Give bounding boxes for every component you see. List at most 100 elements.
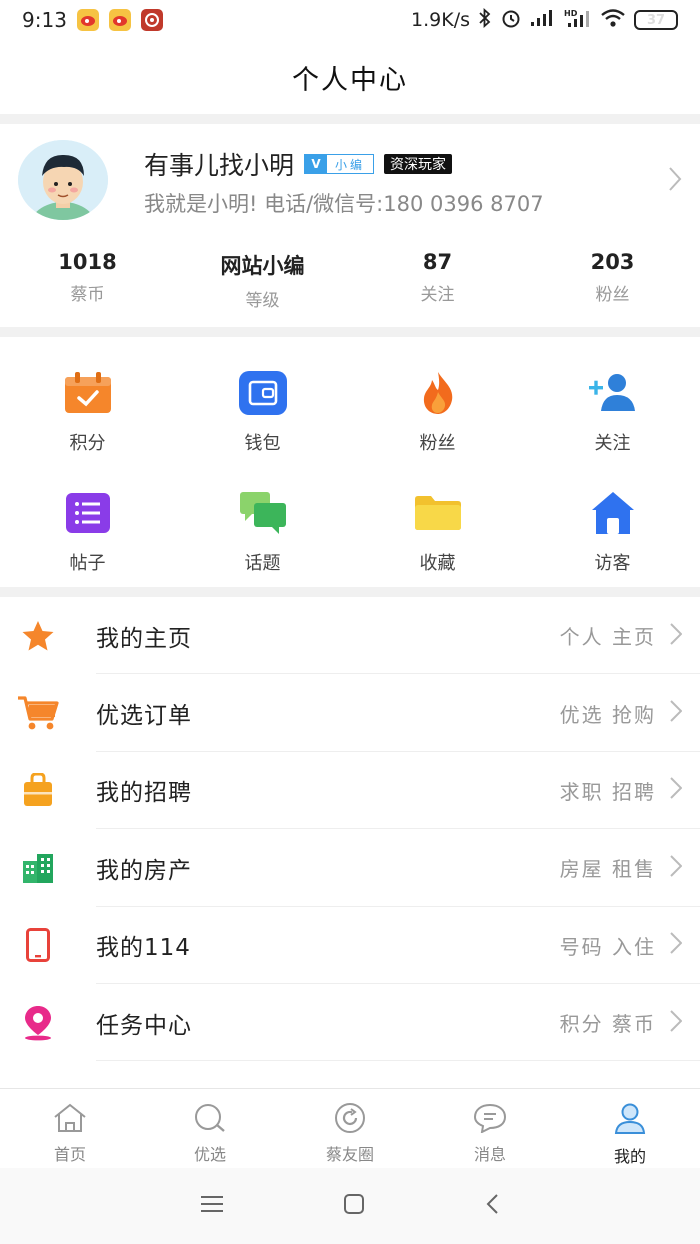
grid-item-label: 关注 <box>594 433 631 454</box>
menu-item-hint: 个人 主页 <box>559 625 656 650</box>
menu-item-label: 我的房产 <box>96 857 192 884</box>
stat-following[interactable]: 87 关注 <box>350 250 525 320</box>
music-notification-icon <box>140 9 163 31</box>
signal-hd-icon: HD <box>564 8 592 33</box>
grid-item-label: 访客 <box>594 553 631 574</box>
cart-icon <box>0 695 96 731</box>
stat-value: 网站小编 <box>220 254 305 278</box>
grid-item-label: 积分 <box>69 433 106 454</box>
stat-label: 关注 <box>420 285 455 305</box>
status-bar: 9:13 1.9K/s HD 37 <box>0 0 700 40</box>
grid-item-label: 收藏 <box>419 553 456 574</box>
grid-item-label: 粉丝 <box>419 433 456 454</box>
profile-bio: 我就是小明! 电话/微信号:180 0396 8707 <box>144 192 544 216</box>
profile-card[interactable]: 有事儿找小明 V 小编 资深玩家 我就是小明! 电话/微信号:180 0396 … <box>0 124 700 234</box>
menu-item-114[interactable]: 我的114 号码 入住 <box>0 907 700 984</box>
profile-stats: 1018 蔡币 网站小编 等级 87 关注 203 粉丝 <box>0 250 700 320</box>
page-title: 个人中心 <box>292 64 408 96</box>
menu-item-jobs[interactable]: 我的招聘 求职 招聘 <box>0 752 700 830</box>
stat-label: 粉丝 <box>595 285 630 305</box>
stat-value: 1018 <box>58 250 117 274</box>
menu-item-hint: 号码 入住 <box>559 934 656 959</box>
avatar[interactable] <box>18 140 108 220</box>
menu-item-label: 优选订单 <box>96 703 192 730</box>
home-outline-icon <box>52 1103 88 1137</box>
grid-item-label: 帖子 <box>69 553 106 574</box>
menu-icon[interactable] <box>201 1195 223 1217</box>
menu-item-hint: 积分 蔡币 <box>559 1012 656 1037</box>
stat-value: 203 <box>590 250 635 274</box>
menu-item-hint: 优选 抢购 <box>559 702 656 727</box>
tab-messages[interactable]: 消息 <box>420 1089 560 1168</box>
signal-icon <box>530 9 556 32</box>
divider <box>0 327 700 337</box>
menu-item-label: 我的招聘 <box>96 780 192 807</box>
weibo-notification-icon <box>76 9 99 31</box>
chevron-right-icon <box>670 1009 683 1036</box>
stat-label: 蔡币 <box>70 285 105 305</box>
chevron-right-icon <box>670 932 683 958</box>
stat-level[interactable]: 网站小编 等级 <box>175 250 350 320</box>
menu-list: 我的主页 个人 主页 优选订单 优选 抢购 我的招聘 求职 招聘 我的房产 房屋… <box>0 597 700 1062</box>
bottom-tab-bar: 首页 优选 蔡友圈 消息 我的 <box>0 1088 700 1168</box>
star-icon <box>0 620 96 652</box>
feature-grid: 积分 钱包 粉丝 关注 帖子 话题 收藏 访客 <box>0 337 700 587</box>
stat-followers[interactable]: 203 粉丝 <box>525 250 700 320</box>
chevron-right-icon <box>670 700 683 726</box>
menu-item-orders[interactable]: 优选订单 优选 抢购 <box>0 674 700 752</box>
phone-icon <box>0 928 96 963</box>
divider <box>0 114 700 124</box>
battery-level: 37 <box>646 12 666 28</box>
tab-circle[interactable]: 蔡友圈 <box>280 1089 420 1168</box>
profile-nickname: 有事儿找小明 <box>144 151 295 180</box>
tab-label: 蔡友圈 <box>325 1145 374 1164</box>
divider <box>0 587 700 597</box>
search-outline-icon <box>193 1103 227 1137</box>
home-icon <box>587 487 639 539</box>
grid-item-points[interactable]: 积分 <box>0 337 175 457</box>
menu-item-hint: 房屋 租售 <box>559 857 656 882</box>
grid-item-favorites[interactable]: 收藏 <box>350 457 525 577</box>
folder-icon <box>412 487 464 539</box>
verified-badge: V 小编 <box>304 154 375 174</box>
bluetooth-icon <box>478 7 492 33</box>
calendar-check-icon <box>62 367 114 419</box>
grid-item-topics[interactable]: 话题 <box>175 457 350 577</box>
wifi-icon <box>600 8 626 33</box>
user-icon <box>613 1103 647 1139</box>
system-nav-bar <box>0 1168 700 1244</box>
svg-text:HD: HD <box>564 9 578 18</box>
menu-item-my-homepage[interactable]: 我的主页 个人 主页 <box>0 597 700 675</box>
weibo-notification-icon <box>108 9 131 31</box>
home-button-icon[interactable] <box>343 1193 365 1219</box>
tab-label: 我的 <box>613 1147 646 1166</box>
grid-item-label: 钱包 <box>244 433 281 454</box>
status-time: 9:13 <box>22 8 67 32</box>
tab-mine[interactable]: 我的 <box>560 1089 700 1168</box>
menu-item-hint: 求职 招聘 <box>559 779 656 804</box>
tab-selected[interactable]: 优选 <box>140 1089 280 1168</box>
grid-item-visitors[interactable]: 访客 <box>525 457 700 577</box>
list-icon <box>62 487 114 539</box>
menu-item-tasks[interactable]: 任务中心 积分 蔡币 <box>0 984 700 1062</box>
grid-item-fans[interactable]: 粉丝 <box>350 337 525 457</box>
briefcase-icon <box>0 773 96 807</box>
flame-icon <box>412 367 464 419</box>
message-icon <box>473 1103 507 1137</box>
grid-item-follow[interactable]: 关注 <box>525 337 700 457</box>
wallet-icon <box>237 367 289 419</box>
stat-coins[interactable]: 1018 蔡币 <box>0 250 175 320</box>
tab-home[interactable]: 首页 <box>0 1089 140 1168</box>
verified-badge-letter: V <box>305 155 328 173</box>
chevron-right-icon <box>668 166 682 196</box>
chevron-right-icon <box>670 777 683 803</box>
network-speed: 1.9K/s <box>411 9 470 31</box>
grid-item-wallet[interactable]: 钱包 <box>175 337 350 457</box>
menu-item-label: 我的114 <box>96 935 191 962</box>
menu-item-label: 我的主页 <box>96 625 192 652</box>
tab-label: 优选 <box>193 1145 226 1164</box>
back-icon[interactable] <box>485 1193 499 1219</box>
grid-item-label: 话题 <box>244 553 281 574</box>
grid-item-posts[interactable]: 帖子 <box>0 457 175 577</box>
menu-item-property[interactable]: 我的房产 房屋 租售 <box>0 829 700 907</box>
